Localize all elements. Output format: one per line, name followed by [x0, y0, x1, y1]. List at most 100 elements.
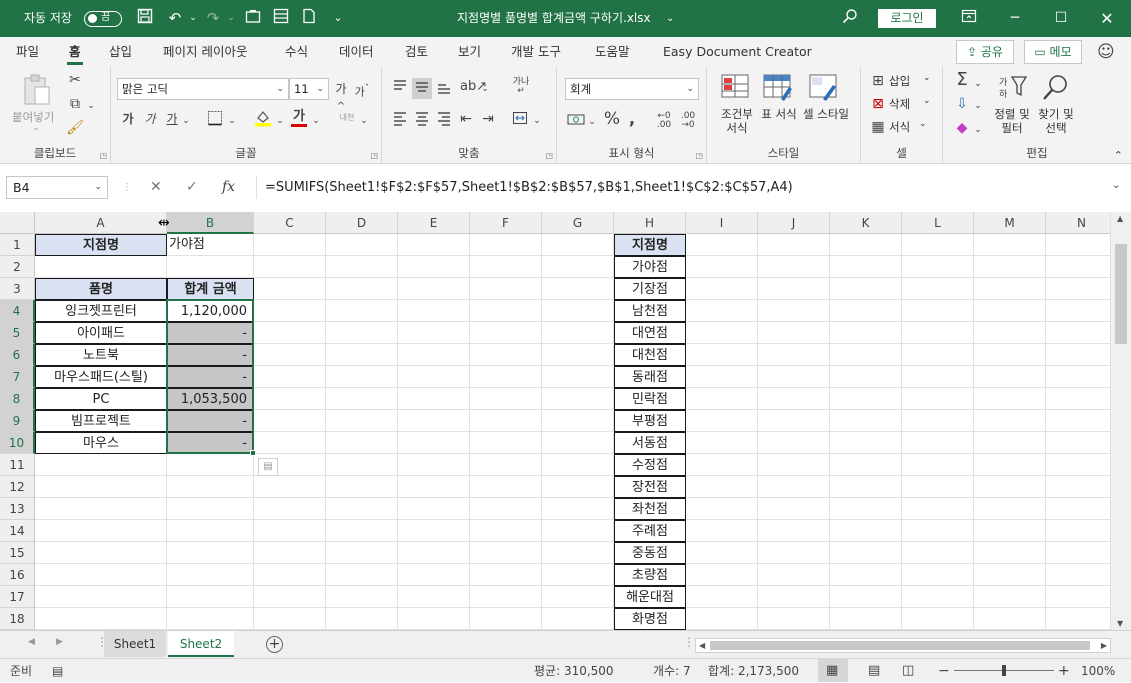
format-painter-icon[interactable]: 🖌 — [66, 119, 84, 137]
phonetic-dropdown-icon[interactable]: ⌄ — [359, 112, 369, 130]
tab-data[interactable]: 데이터 — [339, 37, 374, 67]
title-dropdown-icon[interactable]: ⌄ — [666, 0, 674, 37]
sort-filter-label[interactable]: 정렬 및 필터 — [991, 107, 1033, 135]
sheet-tab-sheet2[interactable]: Sheet2 — [168, 631, 234, 657]
ribbon-display-icon[interactable] — [959, 8, 979, 28]
cell-b5[interactable]: - — [167, 322, 254, 344]
save-icon[interactable] — [135, 8, 155, 28]
underline-button[interactable]: 가 — [163, 110, 181, 128]
fill-handle[interactable] — [250, 450, 256, 456]
tab-developer[interactable]: 개발 도구 — [511, 37, 561, 67]
cancel-icon[interactable]: ✕ — [150, 176, 162, 199]
tab-file[interactable]: 파일 — [16, 37, 39, 67]
cell-a10[interactable]: 마우스 — [35, 432, 167, 454]
scroll-right-icon[interactable]: ▶ — [1101, 639, 1107, 652]
row-header-9[interactable]: 9 — [0, 410, 35, 432]
tab-easy-document-creator[interactable]: Easy Document Creator — [663, 37, 812, 67]
column-header-g[interactable]: G — [542, 212, 614, 234]
number-launcher-icon[interactable]: ◳ — [695, 151, 703, 160]
insert-cells-icon[interactable]: ⊞ — [869, 72, 887, 90]
align-middle-icon[interactable] — [412, 78, 432, 99]
cell-a3[interactable]: 품명 — [35, 278, 167, 300]
tab-page-layout[interactable]: 페이지 레이아웃 — [163, 37, 247, 67]
cell-b9[interactable]: - — [167, 410, 254, 432]
font-color-button[interactable]: 가 — [289, 108, 309, 127]
hscroll-grip-icon[interactable]: ⋮ — [683, 635, 695, 649]
increase-decimal-icon[interactable]: ←0.00 — [653, 112, 675, 130]
cell-h6[interactable]: 대천점 — [614, 344, 686, 366]
row-header-10[interactable]: 10 — [0, 432, 35, 454]
align-center-icon[interactable] — [412, 110, 432, 131]
decrease-decimal-icon[interactable]: .00 →0 — [677, 112, 699, 130]
minimize-button[interactable]: ─ — [992, 0, 1038, 37]
close-button[interactable]: ✕ — [1084, 0, 1130, 37]
share-button[interactable]: ⇪ 공유 — [956, 40, 1014, 64]
decrease-font-icon[interactable]: 가ˇ — [353, 80, 371, 102]
collapse-ribbon-icon[interactable]: ⌃ — [1114, 149, 1123, 162]
cell-a4[interactable]: 잉크젯프린터 — [35, 300, 167, 322]
row-header-12[interactable]: 12 — [0, 476, 35, 498]
row-header-5[interactable]: 5 — [0, 322, 35, 344]
delete-cells-icon[interactable]: ⊠ — [869, 95, 887, 113]
tab-view[interactable]: 보기 — [458, 37, 481, 67]
tab-help[interactable]: 도움말 — [595, 37, 630, 67]
tab-review[interactable]: 검토 — [405, 37, 428, 67]
alignment-launcher-icon[interactable]: ◳ — [545, 151, 553, 160]
tab-insert[interactable]: 삽입 — [109, 37, 132, 67]
prev-sheet-icon[interactable]: ◀ — [28, 637, 35, 647]
insert-cells-label[interactable]: 삽입 — [889, 73, 910, 89]
zoom-in-icon[interactable]: + — [1058, 659, 1070, 683]
column-header-h[interactable]: H — [614, 212, 686, 234]
search-icon[interactable] — [840, 8, 860, 28]
number-format-select[interactable]: 회계 ⌄ — [565, 78, 699, 100]
decrease-indent-icon[interactable]: ⇤ — [456, 110, 476, 128]
format-dropdown-icon[interactable]: ⌄ — [919, 119, 927, 129]
cell-b1[interactable]: 가야점 — [167, 234, 254, 256]
cell-h17[interactable]: 해운대점 — [614, 586, 686, 608]
normal-view-button[interactable]: ▦ — [818, 659, 848, 682]
cell-h11[interactable]: 수정점 — [614, 454, 686, 476]
column-header-j[interactable]: J — [758, 212, 830, 234]
quick-analysis-icon[interactable]: ▤ — [258, 458, 278, 476]
cell-b8[interactable]: 1,053,500 — [167, 388, 254, 410]
font-size-select[interactable]: 11 ⌄ — [289, 78, 329, 100]
scroll-down-icon[interactable]: ▼ — [1117, 619, 1123, 628]
align-right-icon[interactable] — [434, 110, 454, 131]
cell-b4[interactable]: 1,120,000 — [167, 300, 254, 322]
column-header-l[interactable]: L — [902, 212, 974, 234]
cell-h9[interactable]: 부평점 — [614, 410, 686, 432]
maximize-button[interactable]: ☐ — [1038, 0, 1084, 37]
autosum-icon[interactable]: Σ — [953, 71, 971, 89]
format-cells-icon[interactable]: ▦ — [869, 118, 887, 136]
font-name-select[interactable]: 맑은 고딕 ⌄ — [117, 78, 289, 100]
borders-icon[interactable] — [205, 110, 225, 131]
accounting-format-icon[interactable] — [565, 111, 587, 132]
expand-formula-icon[interactable]: ⌄ — [1112, 180, 1120, 191]
format-cells-label[interactable]: 서식 — [889, 119, 910, 135]
undo-icon[interactable]: ↶ — [165, 8, 185, 28]
phonetic-icon[interactable]: 내천 — [337, 109, 357, 127]
orientation-dropdown-icon[interactable]: ⌄ — [480, 80, 490, 98]
cell-h14[interactable]: 주례점 — [614, 520, 686, 542]
row-header-4[interactable]: 4 — [0, 300, 35, 322]
row-header-1[interactable]: 1 — [0, 234, 35, 256]
cell-h13[interactable]: 좌천점 — [614, 498, 686, 520]
cell-b3[interactable]: 합계 금액 — [167, 278, 254, 300]
autosum-dropdown-icon[interactable]: ⌄ — [973, 75, 983, 93]
font-color-dropdown-icon[interactable]: ⌄ — [311, 112, 321, 130]
paste-dropdown-icon[interactable]: ⌄ — [32, 123, 40, 133]
form-icon[interactable] — [271, 8, 291, 28]
feedback-smiley-icon[interactable]: ☺ — [1097, 40, 1115, 64]
page-layout-view-icon[interactable]: ▤ — [868, 659, 880, 683]
cell-h12[interactable]: 장전점 — [614, 476, 686, 498]
cell-h18[interactable]: 화명점 — [614, 608, 686, 630]
cell-h8[interactable]: 민락점 — [614, 388, 686, 410]
paste-icon[interactable] — [20, 73, 54, 109]
row-header-8[interactable]: 8 — [0, 388, 35, 410]
page-break-view-icon[interactable]: ◫ — [902, 659, 914, 683]
cell-b10[interactable]: - — [167, 432, 254, 454]
italic-button[interactable]: 가 — [141, 110, 159, 128]
memo-button[interactable]: ▭ 메모 — [1024, 40, 1082, 64]
row-header-6[interactable]: 6 — [0, 344, 35, 366]
cell-b7[interactable]: - — [167, 366, 254, 388]
